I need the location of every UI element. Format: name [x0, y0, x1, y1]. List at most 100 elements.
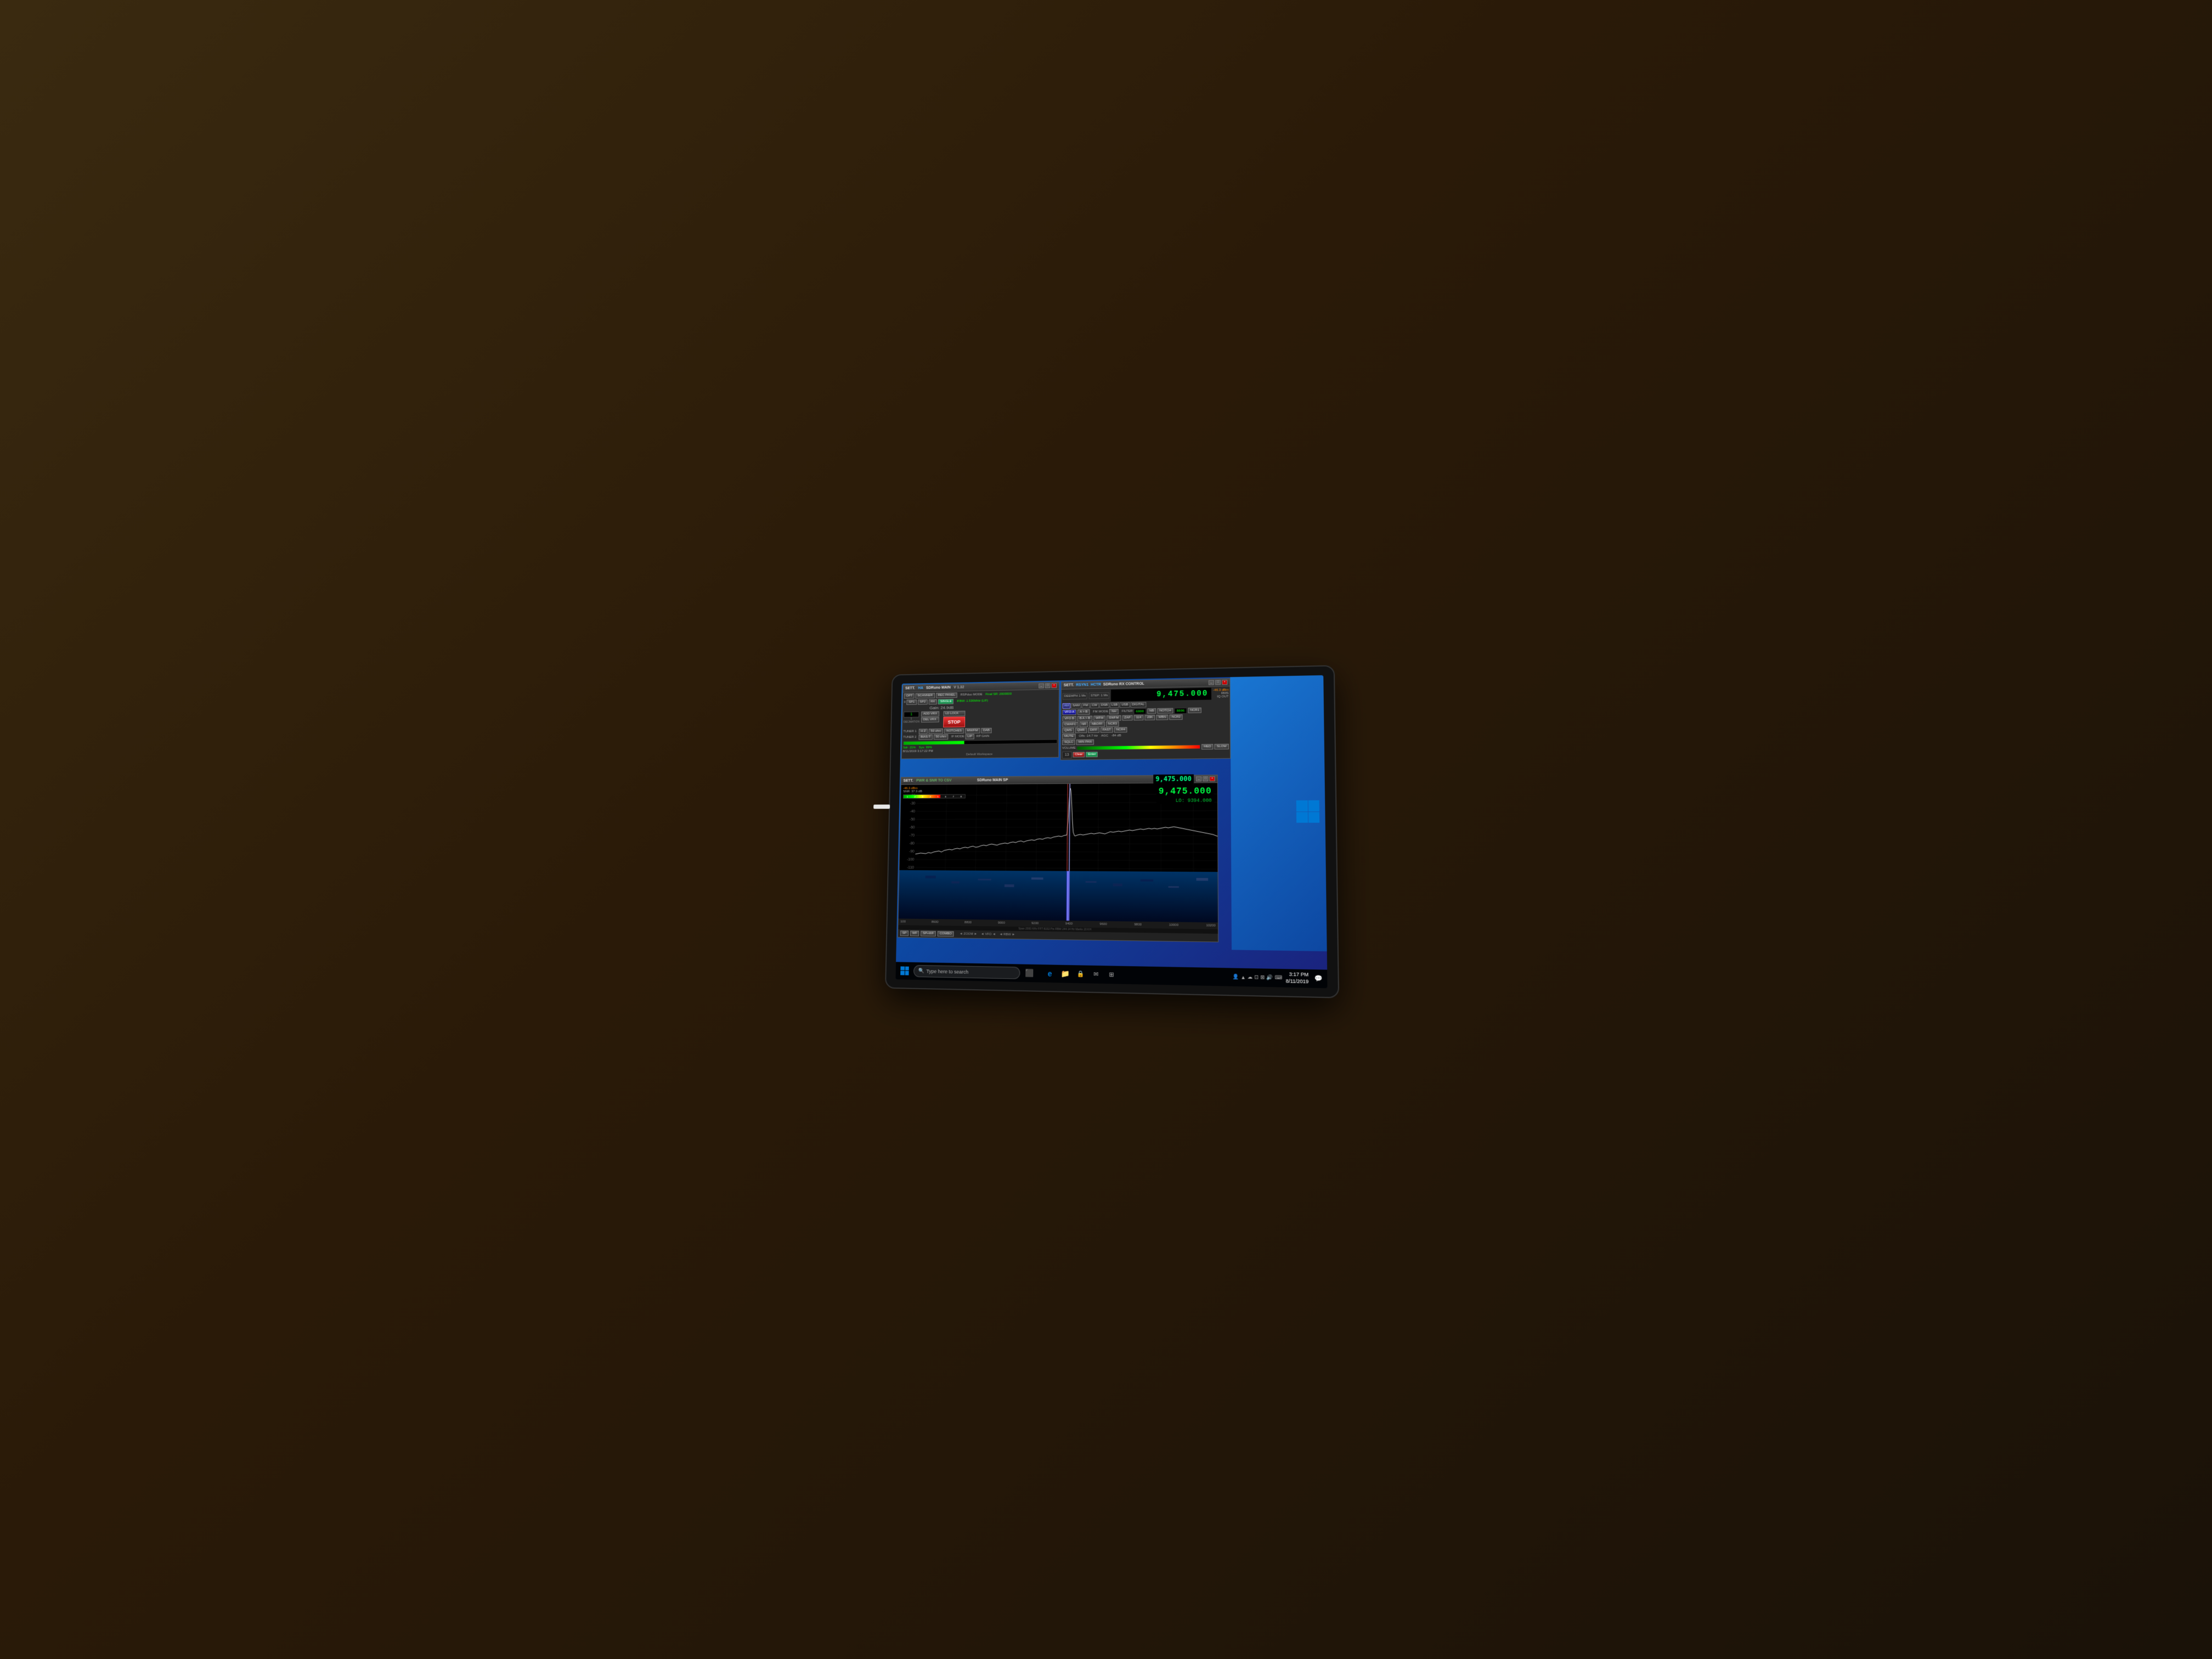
rx-close-btn[interactable]: ×: [1222, 680, 1227, 685]
task-view-btn[interactable]: ⬛: [1022, 966, 1036, 980]
rx-minimize-btn[interactable]: _: [1209, 680, 1214, 685]
sp-view-btn[interactable]: SP: [900, 930, 909, 936]
qms-btn[interactable]: QMS: [1062, 727, 1074, 733]
lip-btn[interactable]: LIP: [966, 733, 974, 739]
sp2-btn[interactable]: SP2: [918, 699, 928, 704]
ld-lock-btn[interactable]: LD LOCK: [943, 710, 965, 716]
zap-btn[interactable]: ZAP: [1122, 715, 1133, 720]
numpad-row: 13 Clear Enter: [1062, 749, 1229, 758]
sp-minimize-btn[interactable]: _: [1196, 776, 1201, 781]
ncr3-btn[interactable]: NCR3: [1106, 721, 1119, 726]
wbn-btn[interactable]: WBN: [1156, 714, 1169, 720]
sp-close-btn[interactable]: ×: [1209, 776, 1215, 781]
mail-btn[interactable]: ✉: [1089, 967, 1103, 981]
store-btn[interactable]: ⊞: [1104, 967, 1119, 982]
file-explorer-btn[interactable]: 📁: [1058, 966, 1073, 981]
mode-dsb-btn[interactable]: DSB: [1099, 702, 1109, 708]
decimation-row: 1 1 DECIMATION ADD VRX DEL VRX LD LOCK S…: [904, 709, 1058, 727]
min-pan-btn[interactable]: MIN PAN: [1076, 739, 1094, 744]
slow-btn[interactable]: SLOW: [1215, 743, 1229, 749]
s0ohm2-btn[interactable]: 50 ohm: [934, 734, 949, 740]
fast-btn[interactable]: FAST: [1101, 727, 1113, 732]
rx-win-controls: _ □ ×: [1209, 680, 1228, 685]
start-sq2: [905, 966, 909, 970]
mute-btn[interactable]: MUTE: [1062, 733, 1076, 739]
num-display: 13: [1062, 751, 1072, 758]
stop-button[interactable]: STOP: [943, 716, 965, 727]
mode-lsb-btn[interactable]: LSB: [1110, 702, 1119, 708]
notch-btn[interactable]: NOTCH: [1157, 708, 1173, 713]
wfm-btn[interactable]: WFM: [1093, 715, 1105, 721]
bias-t-btn[interactable]: BIAS-T: [918, 734, 933, 740]
ba-b-btn[interactable]: B A > B: [1077, 715, 1092, 721]
cwafc-btn[interactable]: CWAFC: [1062, 721, 1078, 727]
nh-btn[interactable]: NH: [1109, 709, 1119, 714]
sqlc-btn[interactable]: SQLC: [1062, 740, 1075, 745]
hz-btn[interactable]: H Z: [918, 729, 928, 734]
ncr4-btn[interactable]: NCR4: [1114, 727, 1127, 732]
sp1-btn[interactable]: SP1: [907, 699, 917, 705]
mode-cw-btn[interactable]: CW: [1090, 702, 1099, 708]
combo-view-btn[interactable]: COMBO: [938, 931, 954, 936]
sp-maximize-btn[interactable]: □: [1203, 776, 1208, 781]
nr-btn[interactable]: NR: [1079, 721, 1088, 727]
med-btn[interactable]: MED: [1201, 744, 1214, 749]
win10-desktop-bg: [1230, 675, 1327, 951]
security-btn[interactable]: 🔒: [1074, 967, 1088, 981]
taskbar-search-bar[interactable]: 🔍 Type here to search: [913, 964, 1020, 979]
notches-btn[interactable]: NOTCHES: [944, 728, 964, 733]
vfo-ab-btn[interactable]: A > B: [1077, 709, 1090, 715]
close-btn[interactable]: ×: [1051, 683, 1057, 688]
exw-label[interactable]: HCTR: [1091, 682, 1101, 686]
swfm-btn[interactable]: SWFM: [1107, 715, 1121, 720]
mode-fm-btn[interactable]: FM: [1082, 703, 1090, 708]
rx-btn[interactable]: RX: [929, 699, 938, 704]
nboff-btn[interactable]: NBOFF: [1090, 721, 1105, 727]
start-sq1: [900, 966, 904, 970]
rx-maximize-btn[interactable]: □: [1215, 680, 1221, 685]
tray-icon-battery: 🔊: [1266, 974, 1273, 981]
notification-btn[interactable]: 💬: [1312, 972, 1325, 985]
dab-btn[interactable]: DAB: [981, 727, 992, 733]
enter-button[interactable]: Enter: [1086, 752, 1098, 757]
mode-digital-btn[interactable]: DIGITAL: [1130, 702, 1146, 707]
win-logo-sq4: [1308, 812, 1319, 823]
spwf-view-btn[interactable]: SP+WF: [921, 930, 936, 936]
qmr-btn[interactable]: QMR: [1075, 727, 1087, 733]
mode-sam-btn[interactable]: SAM: [1071, 703, 1081, 708]
tablet-screen: SETT. HA SDRuno MAIN V 1.32 _ □ ×: [895, 675, 1327, 988]
diff-btn[interactable]: DIFF: [1088, 727, 1099, 732]
mode-usb-btn[interactable]: USB: [1120, 702, 1130, 707]
clear-button[interactable]: Clear: [1073, 752, 1085, 757]
opt-btn[interactable]: OPT: [904, 693, 915, 698]
volume-bar[interactable]: [1077, 744, 1200, 750]
rdsw-label[interactable]: RSYN1: [1076, 683, 1088, 687]
20k-btn[interactable]: 20K: [1145, 714, 1155, 720]
mode-am-btn[interactable]: AM: [1063, 703, 1071, 708]
ncr2-btn[interactable]: NCR2: [1170, 714, 1183, 720]
minimize-btn[interactable]: _: [1039, 683, 1044, 688]
ha-label[interactable]: HA: [918, 686, 923, 690]
decimation-label: 1 DECIMATION: [904, 717, 919, 724]
edge-browser-btn[interactable]: e: [1043, 966, 1057, 981]
ncr1-btn[interactable]: NCR1: [1188, 708, 1201, 713]
start-sq4: [905, 971, 909, 975]
rec-panel-btn[interactable]: REC PANEL: [936, 692, 957, 698]
single-btn[interactable]: SINGLE: [938, 698, 954, 704]
vfo-b-btn[interactable]: VFO B: [1062, 716, 1076, 721]
add-vrx-btn[interactable]: ADD VRX: [921, 711, 939, 716]
taskbar-clock[interactable]: 3:17 PM 8/11/2019: [1285, 971, 1308, 985]
wf-view-btn[interactable]: WF: [910, 930, 919, 936]
del-vrx-btn[interactable]: DEL VRX: [921, 716, 939, 722]
s0ohm-btn[interactable]: 50 ohm: [929, 728, 944, 733]
lo-display: LO: 9394.000: [1156, 797, 1214, 804]
scanner-btn[interactable]: SCANNER: [916, 693, 935, 698]
mwfm-btn[interactable]: MW/FM: [965, 727, 980, 733]
vfo-a-btn[interactable]: VFO-A: [1062, 709, 1076, 715]
sdr-main-content: OPT SCANNER REC PANEL RSPduo MODE Final …: [902, 689, 1059, 758]
start-button[interactable]: [898, 963, 911, 978]
11k-btn[interactable]: 11K: [1134, 715, 1144, 720]
maximize-btn[interactable]: □: [1045, 683, 1051, 688]
if-mode-label: IF MODE: [951, 735, 964, 738]
nb-btn[interactable]: NB: [1147, 708, 1156, 714]
